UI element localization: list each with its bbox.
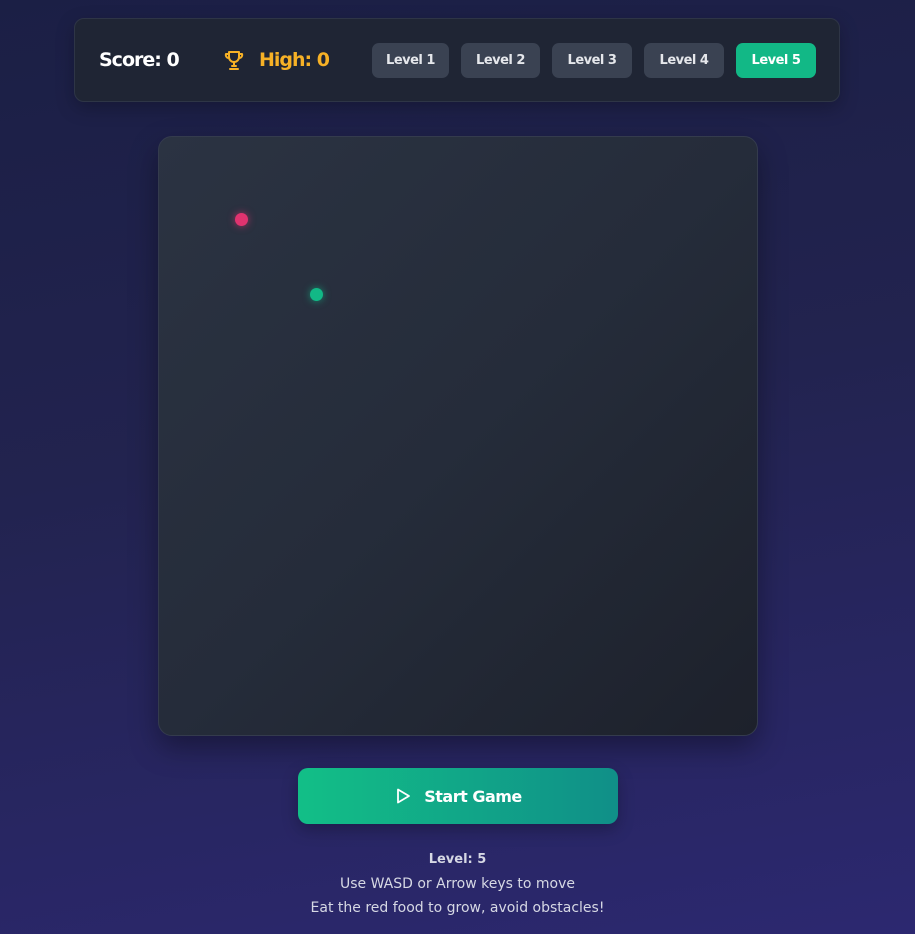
level-4-button[interactable]: Level 4 bbox=[644, 43, 724, 78]
score-bar: Score: 0 High: 0 Level 1 Level 2 Level 3… bbox=[74, 18, 840, 102]
food-pellet bbox=[235, 213, 248, 226]
high-score-group: High: 0 bbox=[222, 48, 330, 72]
info-panel: Level: 5 Use WASD or Arrow keys to move … bbox=[0, 848, 915, 920]
level-1-button[interactable]: Level 1 bbox=[372, 43, 449, 78]
level-selector: Level 1 Level 2 Level 3 Level 4 Level 5 bbox=[372, 43, 816, 78]
goal-instructions: Eat the red food to grow, avoid obstacle… bbox=[310, 900, 605, 916]
current-level-text: Level: 5 bbox=[428, 852, 487, 867]
trophy-icon bbox=[222, 48, 246, 72]
level-3-button[interactable]: Level 3 bbox=[552, 43, 632, 78]
controls-instructions: Use WASD or Arrow keys to move bbox=[339, 876, 575, 892]
level-5-button[interactable]: Level 5 bbox=[736, 43, 816, 78]
high-score-display: High: 0 bbox=[259, 49, 330, 71]
snake-head bbox=[310, 288, 323, 301]
start-game-label: Start Game bbox=[424, 786, 522, 806]
start-game-button[interactable]: Start Game bbox=[298, 768, 618, 824]
play-icon bbox=[394, 787, 412, 805]
game-board[interactable] bbox=[158, 136, 758, 736]
level-2-button[interactable]: Level 2 bbox=[461, 43, 540, 78]
score-display: Score: 0 bbox=[99, 49, 180, 71]
